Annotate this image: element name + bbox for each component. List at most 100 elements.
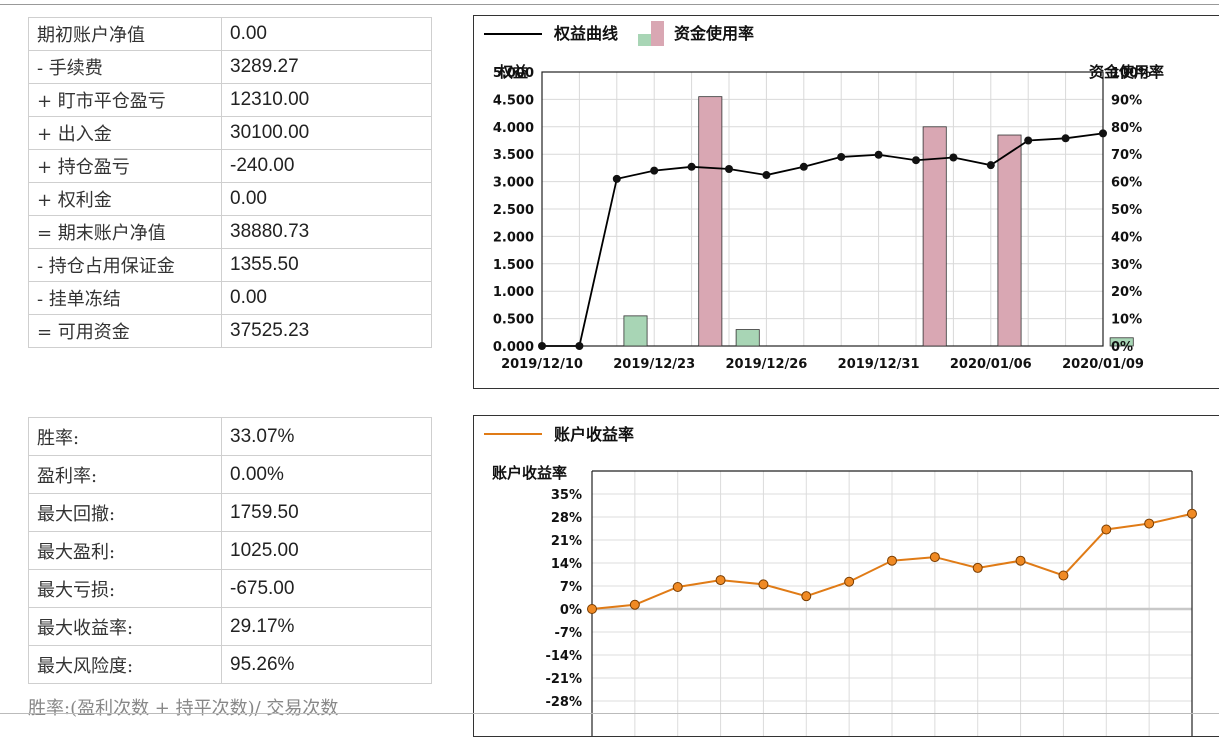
performance-row-label: 胜率: <box>28 417 222 456</box>
summary-row: + 持仓盈亏 -240.00 <box>28 149 432 183</box>
right-tick-label: 80% <box>1111 121 1142 136</box>
right-tick-label: 60% <box>1111 176 1142 191</box>
summary-row-label: + 盯市平仓盈亏 <box>28 83 222 117</box>
equity-point <box>575 342 584 350</box>
usage-bar <box>997 134 1022 347</box>
legend-label: 资金使用率 <box>674 24 754 43</box>
right-tick-label: 70% <box>1111 148 1142 163</box>
performance-row: 最大风险度: 95.26% <box>28 645 432 684</box>
x-tick-label: 2019/12/10 <box>501 357 583 372</box>
equity-point <box>1099 129 1107 138</box>
return-point <box>758 579 769 590</box>
equity-point <box>687 162 696 171</box>
right-tick-label: 50% <box>1111 203 1142 218</box>
performance-row-label: 最大风险度: <box>28 645 222 684</box>
x-tick-label: 2020/01/06 <box>950 357 1032 372</box>
equity-chart-panel: 5.000 4.500 4.000 3.500 3.000 2.500 2.000 1.500… <box>473 15 1219 389</box>
summary-row-label: - 手续费 <box>28 50 222 84</box>
right-tick-label: 90% <box>1111 93 1142 108</box>
x-tick-label: 2019/12/23 <box>613 357 695 372</box>
left-tick-label: 2.000 <box>493 230 534 245</box>
y-tick-label: 0% <box>560 603 582 618</box>
summary-row-value: 3289.27 <box>221 50 432 84</box>
equity-point <box>538 342 546 350</box>
return-point <box>715 575 726 586</box>
summary-row-label: = 期末账户净值 <box>28 215 222 249</box>
performance-row-value: 1025.00 <box>221 531 432 570</box>
left-tick-label: 4.500 <box>493 93 534 108</box>
performance-row-value: -675.00 <box>221 569 432 608</box>
equity-point <box>799 162 808 171</box>
summary-row: + 盯市平仓盈亏 12310.00 <box>28 83 432 117</box>
x-tick-label: 2019/12/31 <box>838 357 920 372</box>
equity-point <box>912 156 920 165</box>
equity-point <box>837 152 846 161</box>
left-tick-label: 2.500 <box>493 203 534 218</box>
performance-row-value: 33.07% <box>221 417 432 456</box>
performance-row: 最大亏损: -675.00 <box>28 569 432 608</box>
summary-row-value: 0.00 <box>221 281 432 315</box>
equity-point <box>874 150 883 159</box>
return-point <box>929 552 940 563</box>
left-tick-label: 0.500 <box>493 313 534 328</box>
equity-point <box>1061 134 1070 143</box>
y-tick-label: 7% <box>560 580 582 595</box>
return-point <box>887 555 897 566</box>
equity-point <box>762 171 771 180</box>
right-tick-label: 0% <box>1111 340 1133 355</box>
summary-row: 期初账户净值 0.00 <box>28 17 432 51</box>
summary-row-label: + 持仓盈亏 <box>28 149 222 183</box>
equity-point <box>1024 136 1033 145</box>
left-tick-label: 4.000 <box>493 121 534 136</box>
usage-bar <box>698 96 723 347</box>
usage-bar <box>735 329 760 347</box>
equity-point <box>650 166 659 175</box>
y-tick-label: 14% <box>551 557 582 572</box>
performance-table: 胜率: 33.07% 盈利率: 0.00% 最大回撤: 1759.50 最大盈利: 1025.… <box>28 417 432 684</box>
performance-row-label: 最大收益率: <box>28 607 222 646</box>
return-point <box>1144 518 1155 529</box>
summary-row: + 出入金 30100.00 <box>28 116 432 150</box>
summary-row-value: -240.00 <box>221 149 432 183</box>
left-tick-label: 1.000 <box>493 285 534 300</box>
return-chart: 35%28%21%14%7%0%-7%-14%-21%-28%账户收益率账户收益… <box>484 425 1197 736</box>
performance-row-value: 29.17% <box>221 607 432 646</box>
return-point <box>1015 555 1026 566</box>
right-axis-title: 资金使用率 <box>1089 63 1164 81</box>
y-tick-label: -7% <box>555 626 582 641</box>
performance-row-label: 盈利率: <box>28 455 222 494</box>
summary-row: - 持仓占用保证金 1355.50 <box>28 248 432 282</box>
return-point <box>629 599 640 610</box>
right-tick-label: 10% <box>1111 313 1142 328</box>
return-point <box>844 576 855 587</box>
legend-bar-swatch-green <box>638 34 651 46</box>
summary-row: - 挂单冻结 0.00 <box>28 281 432 315</box>
return-chart-panel: 35% 28% 21% 14% 7% 0% -7% -14% -21% -28% 账户收益率 账户收益… <box>473 415 1219 737</box>
equity-point <box>986 161 995 170</box>
return-point <box>1101 524 1112 535</box>
usage-bar <box>623 315 648 347</box>
y-tick-label: 21% <box>551 534 582 549</box>
x-tick-label: 2020/01/09 <box>1062 357 1144 372</box>
summary-row-label: + 出入金 <box>28 116 222 150</box>
y-tick-label: 28% <box>551 511 582 526</box>
equity-chart: 5.0004.5004.0003.5003.0002.5002.0001.500… <box>484 21 1164 372</box>
return-point <box>672 581 683 592</box>
legend-bar-swatch-pink <box>651 21 664 46</box>
performance-row: 最大盈利: 1025.00 <box>28 531 432 570</box>
performance-row: 胜率: 33.07% <box>28 417 432 456</box>
summary-row-value: 38880.73 <box>221 215 432 249</box>
return-point <box>1058 570 1069 581</box>
equity-point <box>612 174 621 183</box>
summary-row: = 期末账户净值 38880.73 <box>28 215 432 249</box>
performance-row-value: 95.26% <box>221 645 432 684</box>
y-tick-label: 35% <box>551 488 582 503</box>
performance-row: 最大回撤: 1759.50 <box>28 493 432 532</box>
equity-point <box>949 153 958 162</box>
summary-row-label: + 权利金 <box>28 182 222 216</box>
summary-row-value: 30100.00 <box>221 116 432 150</box>
y-tick-label: -14% <box>545 649 582 664</box>
right-tick-label: 30% <box>1111 258 1142 273</box>
summary-row-label: - 持仓占用保证金 <box>28 248 222 282</box>
summary-row-value: 0.00 <box>221 182 432 216</box>
